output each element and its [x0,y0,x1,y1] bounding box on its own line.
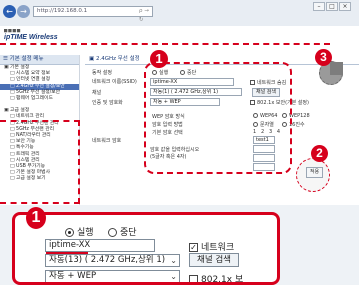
zoom-stop-radio[interactable]: 중단 [108,225,137,238]
chevron-down-icon: ⌄ [170,256,177,265]
zoom-hide-ssid-checkbox[interactable]: ✓ 네트워크 [189,240,234,253]
zoom-callout-1-badge: 1 [26,207,46,229]
callout-sidebar-outline [0,120,80,204]
callout-1-outline [144,62,292,174]
apply-button[interactable]: 적용 [306,167,323,178]
zoom-panel: 실행 중단 iptime-XX ✓ 네트워크 자동(13) ( 2.472 GHz… [12,212,280,285]
chevron-down-icon: ⌄ [170,272,177,281]
callout-1-badge: 1 [150,50,168,68]
window-minimize-button[interactable]: – [313,2,325,11]
callout-top-dash [0,43,330,47]
window-close-button[interactable]: × [339,2,351,11]
zoom-dot1x-checkbox[interactable]: 802.1x 보 [189,272,244,285]
label-operation: 동작 설정 [92,70,112,76]
brand-logo: ipTIME Wireless [4,34,58,41]
address-bar[interactable]: http://192.168.0.1 ρ → ↻ [33,6,153,23]
address-search-refresh-icons[interactable]: ρ → ↻ [139,7,152,25]
zoom-run-label: 실행 [77,228,94,238]
zoom-dot1x-label: 802.1x 보 [201,275,244,285]
back-arrow-icon[interactable]: ← [3,5,16,18]
label-security: 네트워크 암호 [92,138,122,144]
zoom-channel-select[interactable]: 자동(13) ( 2.472 GHz,상위 1) ⌄ [45,254,180,267]
browser-toolbar: ← → http://192.168.0.1 ρ → ↻ – □ × [0,0,359,26]
forward-arrow-icon[interactable]: → [17,5,30,18]
sidebar-basic-group: ▣ 기본 설정 □ 시스템 요약 정보 □ 인터넷 연결 설정 □ 2.4GHz 무선… [0,65,79,102]
gear-icon[interactable] [330,62,343,75]
label-channel: 채널 [92,90,102,96]
zoom-auth-select[interactable]: 자동 + WEP ⌄ [45,270,180,282]
zoom-channel-search-button[interactable]: 채널 검색 [189,253,239,267]
mini-wep128-label: WEP128 [289,113,310,119]
callout-2-badge: 2 [311,145,328,162]
label-auth: 인증 및 암호화 [92,100,123,106]
label-ssid: 네트워크 이름(SSID) [92,79,137,85]
zoom-run-radio[interactable]: 실행 [65,225,94,238]
radio-off-icon [108,228,117,237]
sidebar-header: ☰ 기본 설정 메뉴 [0,55,79,65]
checkbox-icon [189,275,198,282]
checkbox-checked-icon: ✓ [189,243,198,252]
zoom-ssid-input[interactable]: iptime-XX [45,239,155,252]
zoom-ssid-underline [46,252,88,254]
address-url: http://192.168.0.1 [37,8,88,14]
window-maximize-button[interactable]: □ [326,2,338,11]
radio-on-icon [65,228,74,237]
zoom-hide-ssid-label: 네트워크 [201,243,235,253]
zoom-stop-label: 중단 [120,228,137,238]
zoom-auth-value: 자동 + WEP [49,271,97,281]
zoom-channel-value: 자동(13) ( 2.472 GHz,상위 1) [49,255,166,265]
